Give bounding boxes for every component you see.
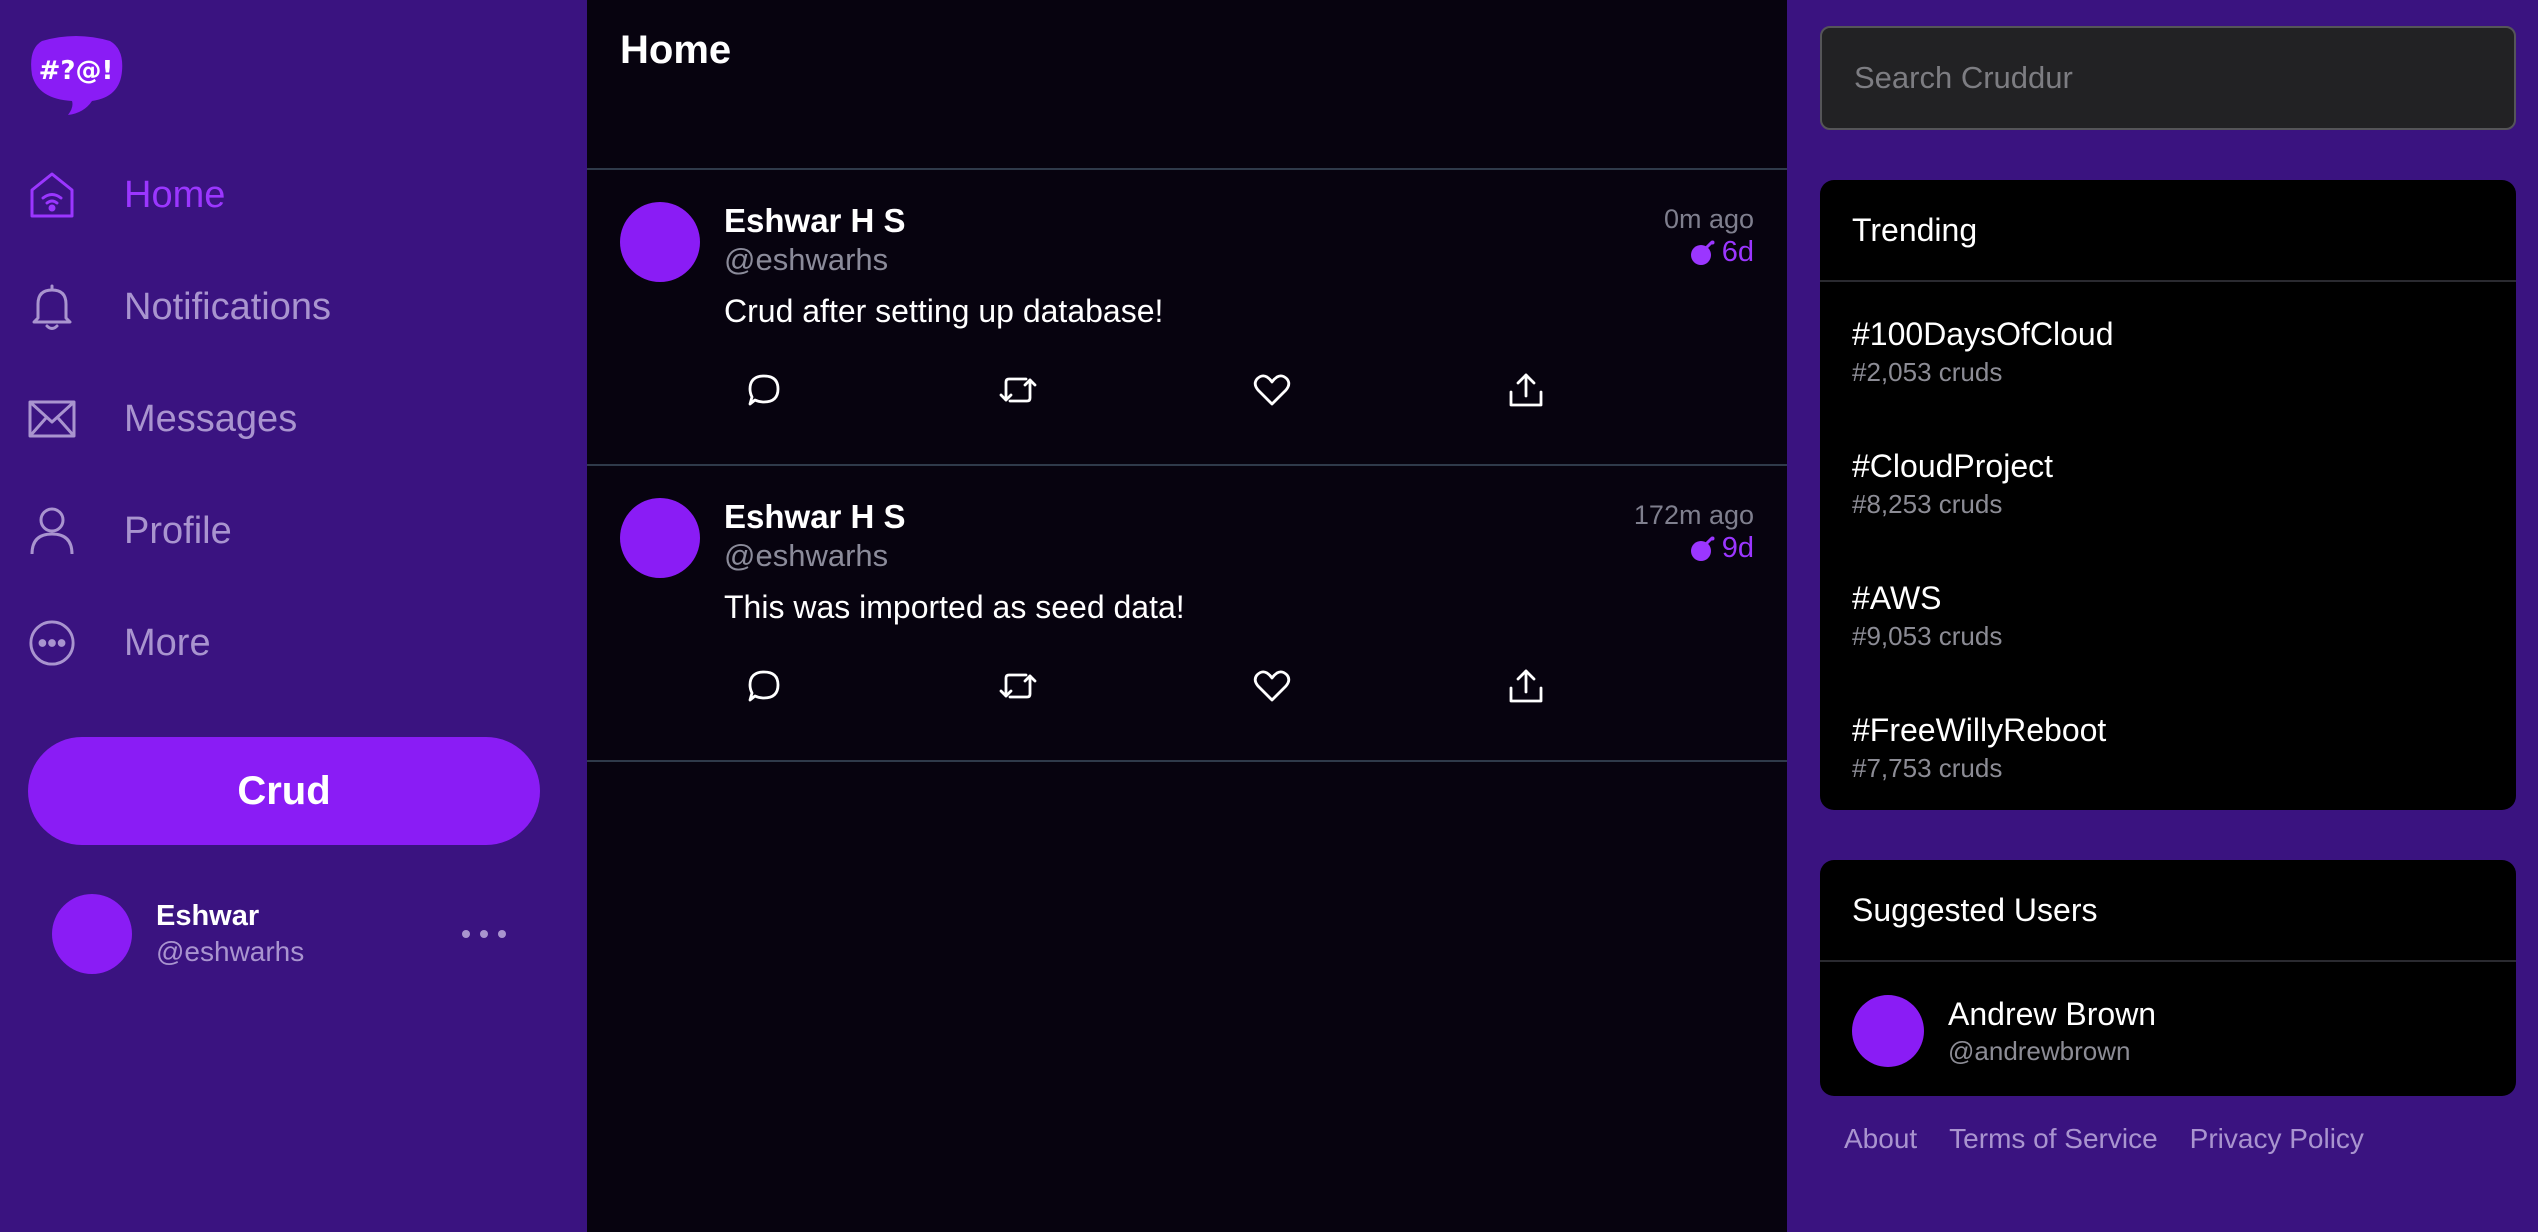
reply-icon[interactable] <box>742 368 786 412</box>
sidebar-item-messages[interactable]: Messages <box>28 379 548 459</box>
bomb-icon <box>1690 240 1715 265</box>
sidebar-item-more[interactable]: More <box>28 603 548 683</box>
sidebar-item-notifications[interactable]: Notifications <box>28 267 548 347</box>
post-message: This was imported as seed data! <box>724 589 1185 625</box>
trending-item[interactable]: #100DaysOfCloud #2,053 cruds <box>1820 282 2516 414</box>
avatar <box>1852 995 1924 1067</box>
more-circle-icon <box>28 615 76 671</box>
sidebar-item-label: Messages <box>124 397 298 440</box>
suggested-user[interactable]: Andrew Brown @andrewbrown <box>1820 962 2516 1096</box>
trending-tag: #100DaysOfCloud <box>1852 316 2114 352</box>
post-expires-value: 6d <box>1721 236 1754 268</box>
post-time-ago: 0m ago <box>1663 204 1754 234</box>
trending-count: #2,053 cruds <box>1852 357 2003 387</box>
post-actions <box>742 368 1642 412</box>
trending-item[interactable]: #CloudProject #8,253 cruds <box>1820 414 2516 546</box>
like-icon[interactable] <box>1250 664 1294 708</box>
share-icon[interactable] <box>1504 664 1548 708</box>
home-icon <box>28 167 76 223</box>
trending-count: #7,753 cruds <box>1852 753 2003 783</box>
repost-icon[interactable] <box>996 664 1040 708</box>
suggested-users-title: Suggested Users <box>1820 860 2516 962</box>
share-icon[interactable] <box>1504 368 1548 412</box>
avatar[interactable] <box>620 498 700 578</box>
cruddur-logo[interactable]: #?@! <box>28 35 124 115</box>
sidebar-item-profile[interactable]: Profile <box>28 491 548 571</box>
post-actions <box>742 664 1642 708</box>
main-feed: Home Eshwar H S @eshwarhs 0m ago 6d Crud… <box>587 0 1787 1232</box>
reply-icon[interactable] <box>742 664 786 708</box>
post-expires: 6d <box>1690 236 1754 269</box>
post-handle[interactable]: @eshwarhs <box>724 538 888 574</box>
sidebar-item-label: Profile <box>124 509 232 552</box>
post-author[interactable]: Eshwar H S <box>724 202 906 240</box>
activity-item[interactable]: Eshwar H S @eshwarhs 172m ago 9d This wa… <box>587 466 1787 762</box>
repost-icon[interactable] <box>996 368 1040 412</box>
footer-links: About Terms of Service Privacy Policy <box>1844 1123 2364 1155</box>
trending-panel: Trending #100DaysOfCloud #2,053 cruds #C… <box>1820 180 2516 810</box>
envelope-icon <box>28 391 76 447</box>
suggested-user-handle: @andrewbrown <box>1948 1036 2131 1066</box>
post-author[interactable]: Eshwar H S <box>724 498 906 536</box>
user-icon <box>28 503 76 559</box>
trending-item[interactable]: #FreeWillyReboot #7,753 cruds <box>1820 678 2516 810</box>
post-time-ago: 172m ago <box>1633 500 1754 530</box>
post-expires: 9d <box>1690 532 1754 565</box>
bell-icon <box>28 279 76 335</box>
suggested-users-panel: Suggested Users Andrew Brown @andrewbrow… <box>1820 860 2516 1096</box>
feed-header: Home <box>587 0 1787 170</box>
more-options-icon[interactable] <box>462 914 506 954</box>
trending-count: #9,053 cruds <box>1852 621 2003 651</box>
trending-item[interactable]: #AWS #9,053 cruds <box>1820 546 2516 678</box>
trending-tag: #CloudProject <box>1852 448 2053 484</box>
logo-text: #?@! <box>39 56 114 86</box>
avatar <box>52 894 132 974</box>
page-title: Home <box>620 28 732 72</box>
bomb-icon <box>1690 536 1715 561</box>
footer-link-about[interactable]: About <box>1844 1123 1917 1155</box>
search-input[interactable] <box>1820 26 2516 130</box>
sidebar-item-label: Notifications <box>124 285 331 328</box>
right-column: Trending #100DaysOfCloud #2,053 cruds #C… <box>1787 0 2538 1232</box>
trending-tag: #FreeWillyReboot <box>1852 712 2107 748</box>
crud-button[interactable]: Crud <box>28 737 540 845</box>
left-sidebar: #?@! Home Notifications Messages Profile… <box>0 0 587 1232</box>
post-expires-value: 9d <box>1721 532 1754 564</box>
sidebar-item-label: Home <box>124 173 226 216</box>
trending-tag: #AWS <box>1852 580 1942 616</box>
avatar[interactable] <box>620 202 700 282</box>
profile-chip[interactable]: Eshwar @eshwarhs <box>52 894 522 974</box>
profile-name: Eshwar <box>156 900 260 932</box>
sidebar-item-label: More <box>124 621 211 664</box>
post-message: Crud after setting up database! <box>724 293 1164 329</box>
activity-item[interactable]: Eshwar H S @eshwarhs 0m ago 6d Crud afte… <box>587 170 1787 466</box>
suggested-user-name: Andrew Brown <box>1948 996 2157 1032</box>
profile-handle: @eshwarhs <box>156 936 305 967</box>
footer-link-terms[interactable]: Terms of Service <box>1949 1123 2158 1155</box>
footer-link-privacy[interactable]: Privacy Policy <box>2190 1123 2364 1155</box>
trending-count: #8,253 cruds <box>1852 489 2003 519</box>
like-icon[interactable] <box>1250 368 1294 412</box>
trending-title: Trending <box>1820 180 2516 282</box>
post-handle[interactable]: @eshwarhs <box>724 242 888 278</box>
sidebar-item-home[interactable]: Home <box>28 155 548 235</box>
